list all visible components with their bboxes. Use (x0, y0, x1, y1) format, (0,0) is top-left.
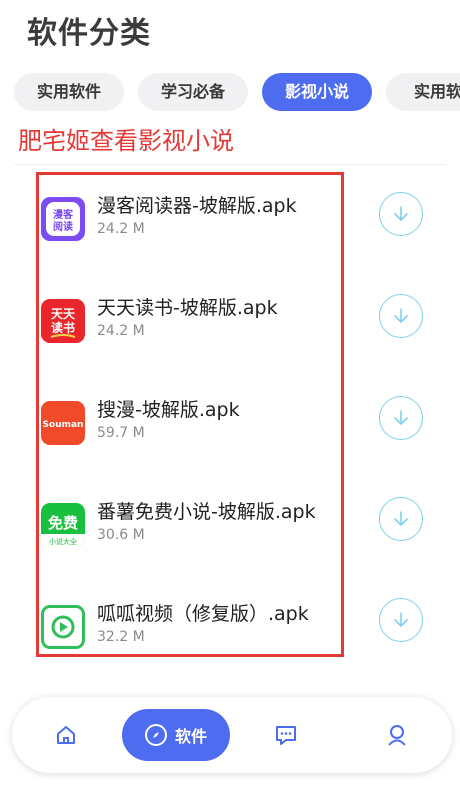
app-name: 天天读书-坡解版.apk (97, 297, 278, 319)
tab-study-essentials[interactable]: 学习必备 (138, 73, 248, 111)
app-size: 30.6 M (97, 527, 145, 543)
svg-text:读书: 读书 (51, 320, 75, 335)
bottom-nav: 软件 (12, 697, 452, 773)
fanshu-novel-icon: 免费 小说大全 (41, 503, 85, 547)
download-arrow-icon (394, 511, 408, 527)
app-size: 24.2 M (97, 221, 145, 237)
nav-software-label: 软件 (174, 727, 207, 746)
app-name: 漫客阅读器-坡解版.apk (97, 195, 297, 217)
svg-text:免费: 免费 (48, 514, 78, 532)
download-button[interactable] (379, 396, 423, 440)
chat-icon (276, 726, 296, 745)
souman-icon: Souman (41, 401, 85, 445)
list-item[interactable]: Souman 搜漫-坡解版.apk 59.7 M (39, 395, 341, 455)
tab-utility-software[interactable]: 实用软件 (14, 73, 124, 111)
app-size: 59.7 M (97, 425, 145, 441)
app-size: 32.2 M (97, 629, 145, 645)
tab-video-novels[interactable]: 影视小说 (262, 73, 372, 111)
list-item[interactable]: 呱呱视频（修复版）.apk 32.2 M (39, 599, 341, 659)
app-name: 搜漫-坡解版.apk (97, 399, 240, 421)
nav-messages[interactable] (266, 709, 306, 761)
guagua-video-icon (41, 605, 85, 649)
user-icon (388, 725, 406, 746)
manke-reader-icon: 漫客 阅读 (41, 197, 85, 241)
home-icon (57, 726, 75, 744)
page-title: 软件分类 (27, 16, 151, 51)
svg-text:小说大全: 小说大全 (49, 537, 77, 546)
app-list: 漫客 阅读 漫客阅读器-坡解版.apk 24.2 M 天天 读书 天天读书-坡解… (36, 172, 344, 657)
download-arrow-icon (394, 612, 408, 628)
tiantian-dushu-icon: 天天 读书 (41, 299, 85, 343)
download-arrow-icon (394, 206, 408, 222)
svg-text:天天: 天天 (51, 307, 76, 321)
list-item[interactable]: 免费 小说大全 番薯免费小说-坡解版.apk 30.6 M (39, 497, 341, 557)
download-button[interactable] (379, 294, 423, 338)
annotation-caption: 肥宅姬查看影视小说 (18, 127, 234, 155)
svg-text:阅读: 阅读 (53, 220, 73, 233)
app-name: 呱呱视频（修复版）.apk (97, 603, 309, 625)
download-arrow-icon (394, 308, 408, 324)
list-item[interactable]: 天天 读书 天天读书-坡解版.apk 24.2 M (39, 293, 341, 353)
download-arrow-icon (394, 410, 408, 426)
nav-software[interactable]: 软件 (122, 709, 230, 761)
list-item[interactable]: 漫客 阅读 漫客阅读器-坡解版.apk 24.2 M (39, 191, 341, 251)
nav-home[interactable] (46, 709, 86, 761)
download-button[interactable] (379, 598, 423, 642)
tab-utility-software-2[interactable]: 实用软 (386, 73, 460, 111)
compass-icon (144, 724, 167, 746)
app-name: 番薯免费小说-坡解版.apk (97, 501, 316, 523)
category-tabs: 实用软件 学习必备 影视小说 实用软 (14, 73, 460, 111)
download-button[interactable] (379, 192, 423, 236)
download-button[interactable] (379, 497, 423, 541)
app-size: 24.2 M (97, 323, 145, 339)
nav-profile[interactable] (377, 709, 417, 761)
svg-text:漫客: 漫客 (53, 208, 74, 221)
divider (14, 164, 446, 165)
svg-text:Souman: Souman (43, 420, 84, 430)
